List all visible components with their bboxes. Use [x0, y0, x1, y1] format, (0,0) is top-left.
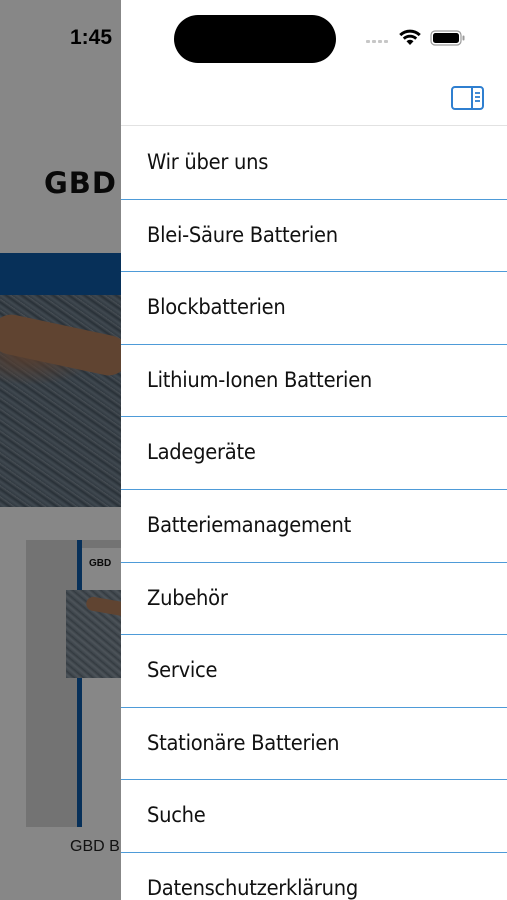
- menu-item-wir-ueber-uns[interactable]: Wir über uns: [121, 127, 507, 200]
- drawer-menu: Wir über uns Blei-Säure Batterien Blockb…: [121, 127, 507, 900]
- dynamic-island: [174, 15, 336, 63]
- battery-icon: [430, 30, 465, 46]
- menu-item-blei-saeure-batterien[interactable]: Blei-Säure Batterien: [121, 200, 507, 273]
- menu-item-label: Stationäre Batterien: [147, 730, 340, 755]
- menu-item-label: Blei-Säure Batterien: [147, 222, 338, 247]
- menu-item-stationaere-batterien[interactable]: Stationäre Batterien: [121, 708, 507, 781]
- menu-item-datenschutzerklaerung[interactable]: Datenschutzerklärung: [121, 853, 507, 900]
- wifi-icon: [399, 29, 421, 45]
- side-drawer: Wir über uns Blei-Säure Batterien Blockb…: [121, 0, 507, 900]
- menu-item-suche[interactable]: Suche: [121, 780, 507, 853]
- menu-item-batteriemanagement[interactable]: Batteriemanagement: [121, 490, 507, 563]
- menu-item-label: Zubehör: [147, 585, 228, 610]
- menu-item-blockbatterien[interactable]: Blockbatterien: [121, 272, 507, 345]
- menu-item-label: Lithium-Ionen Batterien: [147, 367, 373, 392]
- menu-item-label: Blockbatterien: [147, 295, 286, 320]
- drawer-nav-bar: [121, 70, 507, 126]
- status-bar: [121, 0, 507, 70]
- menu-item-label: Suche: [147, 803, 206, 828]
- menu-item-service[interactable]: Service: [121, 635, 507, 708]
- menu-item-ladegeraete[interactable]: Ladegeräte: [121, 417, 507, 490]
- menu-item-label: Ladegeräte: [147, 440, 256, 465]
- sidebar-toggle-icon[interactable]: [450, 84, 486, 112]
- menu-item-label: Wir über uns: [147, 150, 269, 174]
- menu-item-lithium-ionen-batterien[interactable]: Lithium-Ionen Batterien: [121, 345, 507, 418]
- menu-item-label: Datenschutzerklärung: [147, 875, 358, 900]
- cellular-signal-icon: [366, 40, 388, 43]
- menu-item-label: Batteriemanagement: [147, 512, 351, 537]
- menu-item-label: Service: [147, 658, 218, 683]
- menu-item-zubehoer[interactable]: Zubehör: [121, 563, 507, 636]
